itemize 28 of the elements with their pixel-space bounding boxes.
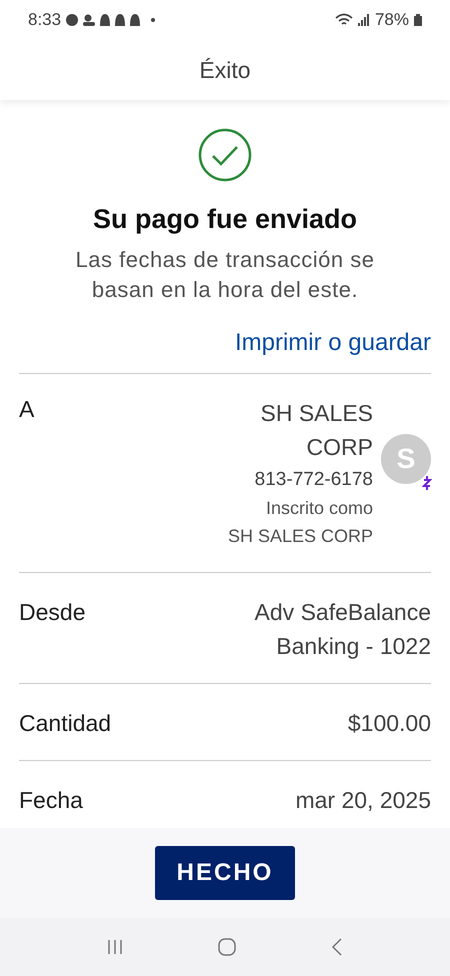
dot-icon	[151, 18, 156, 22]
screen-title: Éxito	[199, 56, 251, 84]
done-button[interactable]: HECHO	[154, 846, 296, 900]
detail-label: Fecha	[19, 786, 83, 815]
battery-icon	[414, 14, 422, 26]
detail-value: $100.00	[348, 709, 431, 738]
battery-percent: 78%	[374, 10, 409, 30]
detail-label: A	[19, 396, 34, 424]
detail-value: SH SALES CORP	[260, 399, 373, 462]
success-subtitle: Las fechas de transacción se basan en la hora del este.	[74, 246, 376, 304]
checkmark-circle-icon	[198, 128, 252, 182]
detail-label: Desde	[19, 598, 86, 627]
enrolled-note: Inscrito como	[266, 497, 373, 520]
status-time: 8:33	[28, 10, 62, 30]
recent-apps-icon[interactable]	[106, 938, 124, 956]
success-title: Su pago fue enviado	[92, 204, 358, 235]
enrolled-note: SH SALES CORP	[228, 525, 373, 548]
person-icon	[83, 14, 96, 26]
wifi-icon	[334, 13, 353, 27]
detail-value: mar 20, 2025	[295, 786, 431, 815]
circle-icon	[66, 14, 78, 26]
print-link[interactable]: Imprimir o guardar	[234, 329, 431, 357]
back-icon[interactable]	[330, 937, 344, 957]
phone-number: 813-772-6178	[254, 468, 373, 492]
signal-icon	[358, 14, 370, 26]
detail-label: Cantidad	[19, 709, 112, 738]
detail-value: Adv SafeBalance Banking - 1022	[254, 598, 431, 661]
home-icon[interactable]	[216, 937, 237, 957]
